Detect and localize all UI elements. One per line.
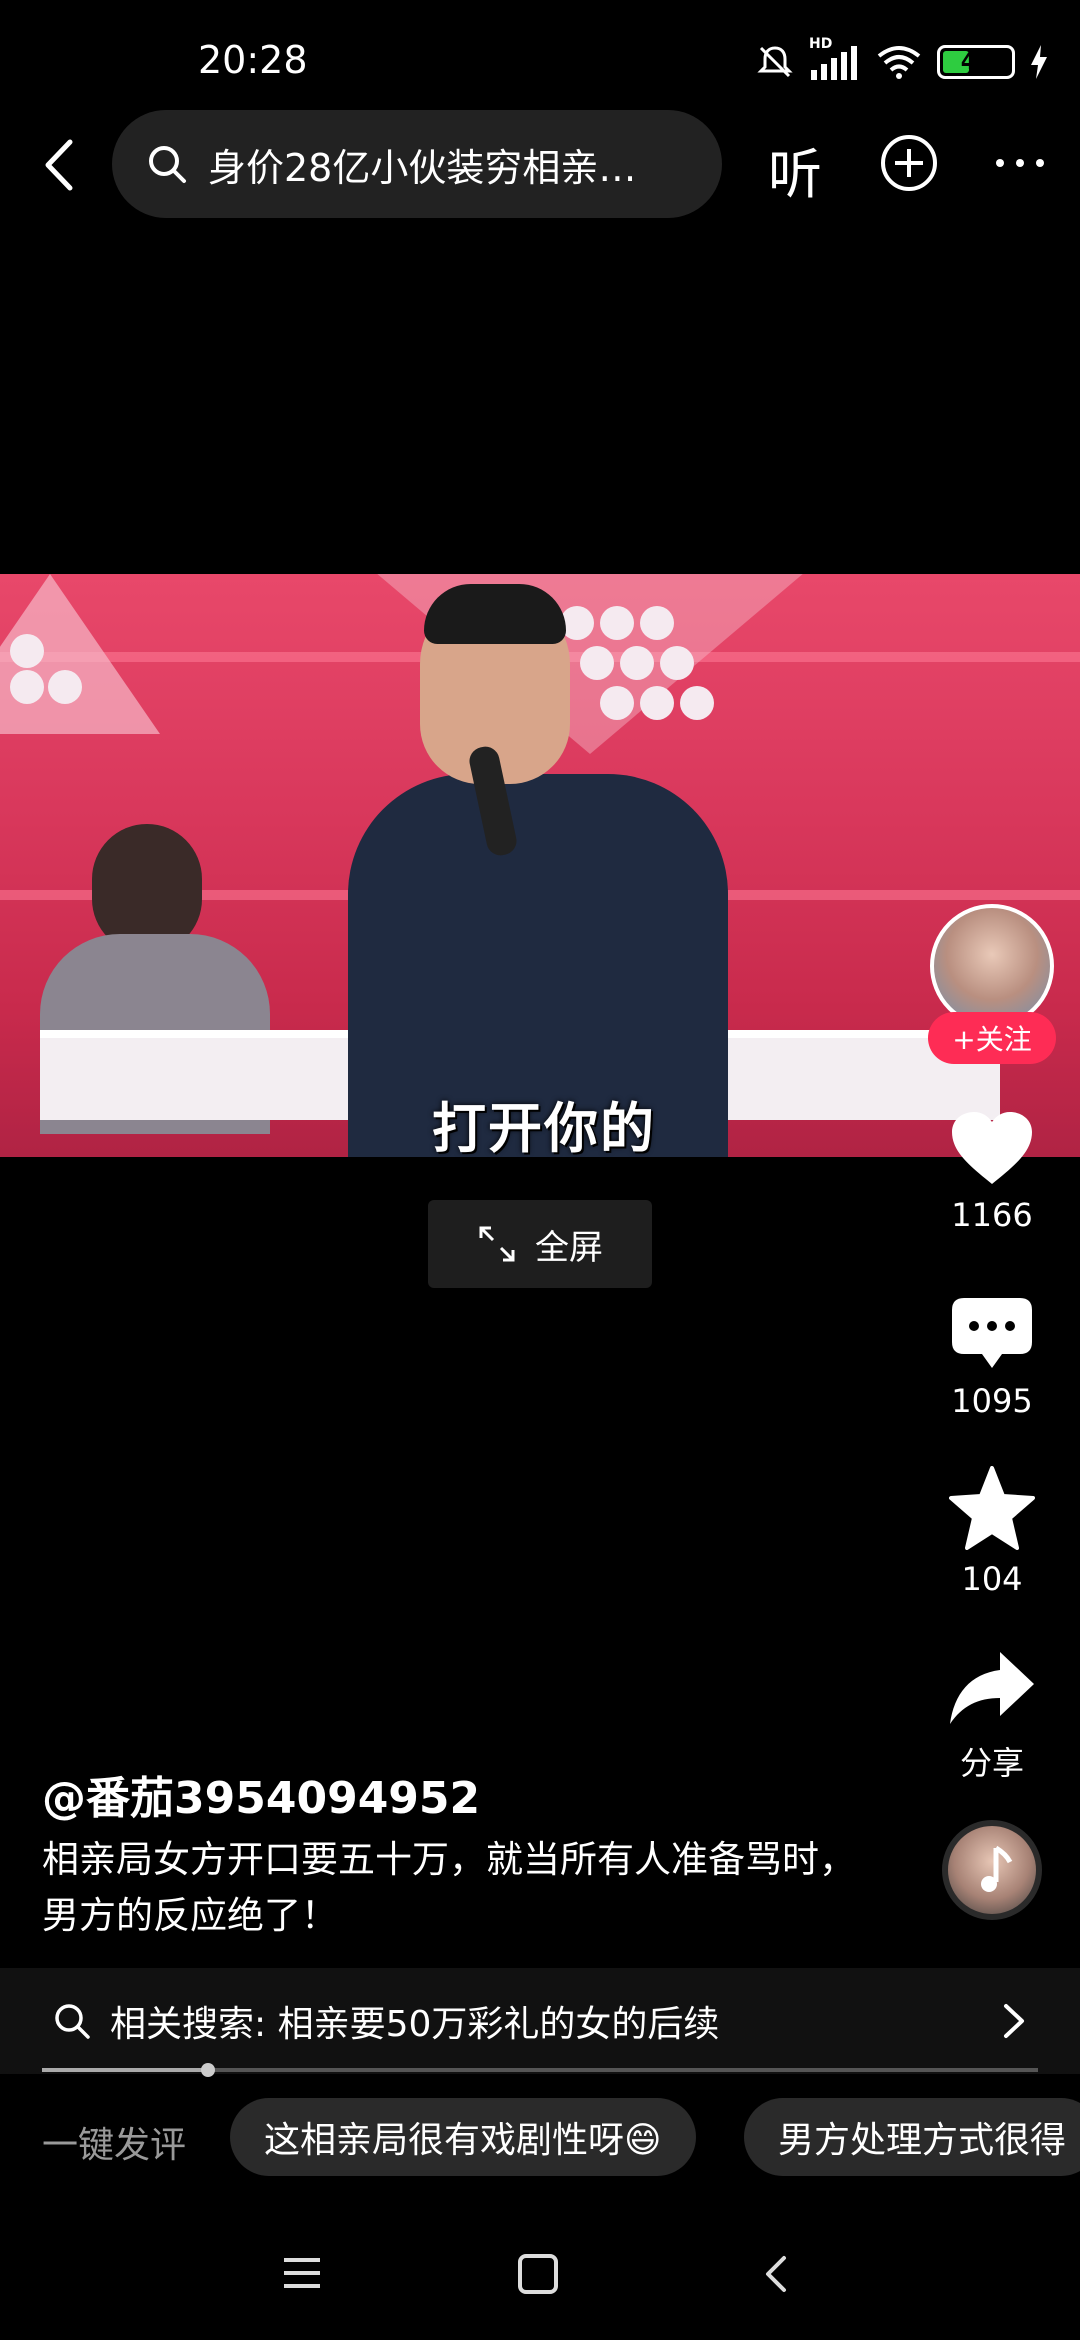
comment-button[interactable]: 1095 bbox=[940, 1296, 1044, 1420]
video-player[interactable]: 打开你的 bbox=[0, 574, 1080, 1157]
video-subtitle: 打开你的 bbox=[432, 1097, 656, 1157]
quick-comment-label: 一键发评 bbox=[42, 2125, 187, 2166]
progress-fill bbox=[42, 2068, 209, 2072]
follow-button[interactable]: +关注 bbox=[928, 1012, 1056, 1064]
listen-button[interactable]: 听 bbox=[768, 130, 822, 209]
fullscreen-button[interactable]: 全屏 bbox=[428, 1200, 652, 1288]
music-note-icon bbox=[981, 1845, 1013, 1892]
share-icon bbox=[950, 1652, 1034, 1724]
search-icon bbox=[55, 2004, 90, 2039]
creator-avatar[interactable] bbox=[930, 904, 1054, 1028]
search-icon bbox=[149, 146, 186, 183]
chevron-right-icon bbox=[1004, 2004, 1024, 2038]
quick-comment-chip[interactable]: 男方处理方式很得 bbox=[744, 2098, 1080, 2176]
favorite-button[interactable]: 104 bbox=[940, 1466, 1044, 1598]
comment-count: 1095 bbox=[951, 1382, 1033, 1420]
charging-icon bbox=[1031, 45, 1047, 79]
favorite-count: 104 bbox=[961, 1560, 1023, 1598]
search-query-text: 身价28亿小伙装穷相亲… bbox=[208, 145, 637, 190]
fullscreen-label: 全屏 bbox=[535, 1227, 603, 1268]
related-search-text: 相关搜索: 相亲要50万彩礼的女的后续 bbox=[110, 2004, 720, 2045]
heart-icon bbox=[952, 1112, 1032, 1184]
share-label: 分享 bbox=[959, 1744, 1024, 1782]
like-button[interactable]: 1166 bbox=[940, 1110, 1044, 1234]
quick-comment-chip[interactable]: 这相亲局很有戏剧性呀😄 bbox=[230, 2098, 696, 2176]
expand-icon bbox=[479, 1226, 515, 1262]
share-button[interactable]: 分享 bbox=[940, 1648, 1044, 1784]
battery-icon: 44 bbox=[937, 45, 1015, 79]
signal-icon: HD bbox=[809, 36, 861, 82]
related-search-bar[interactable]: 相关搜索: 相亲要50万彩礼的女的后续 bbox=[0, 1968, 1080, 2074]
video-progress-bar[interactable] bbox=[42, 2063, 1038, 2077]
battery-level: 44 bbox=[960, 49, 992, 75]
more-icon[interactable] bbox=[990, 134, 1050, 192]
back-arrow-icon[interactable] bbox=[28, 130, 98, 200]
wifi-icon bbox=[877, 46, 921, 79]
menu-icon[interactable] bbox=[282, 2256, 322, 2290]
like-count: 1166 bbox=[951, 1196, 1033, 1234]
author-handle[interactable]: @番茄3954094952 bbox=[42, 1762, 480, 1826]
music-disc[interactable] bbox=[942, 1820, 1042, 1920]
status-icons: HD 44 bbox=[755, 36, 1049, 82]
comment-icon bbox=[952, 1298, 1032, 1368]
status-time: 20:28 bbox=[198, 38, 308, 82]
search-bar[interactable]: 身价28亿小伙装穷相亲… bbox=[112, 110, 722, 218]
progress-knob[interactable] bbox=[201, 2063, 216, 2077]
home-button[interactable] bbox=[518, 2254, 558, 2294]
back-nav-icon[interactable] bbox=[762, 2254, 790, 2294]
plus-circle-icon[interactable] bbox=[880, 134, 938, 192]
star-icon bbox=[949, 1466, 1035, 1550]
post-description: 相亲局女方开口要五十万，就当所有人准备骂时，男方的反应绝了！ bbox=[42, 1838, 856, 1937]
mute-icon bbox=[757, 46, 793, 78]
